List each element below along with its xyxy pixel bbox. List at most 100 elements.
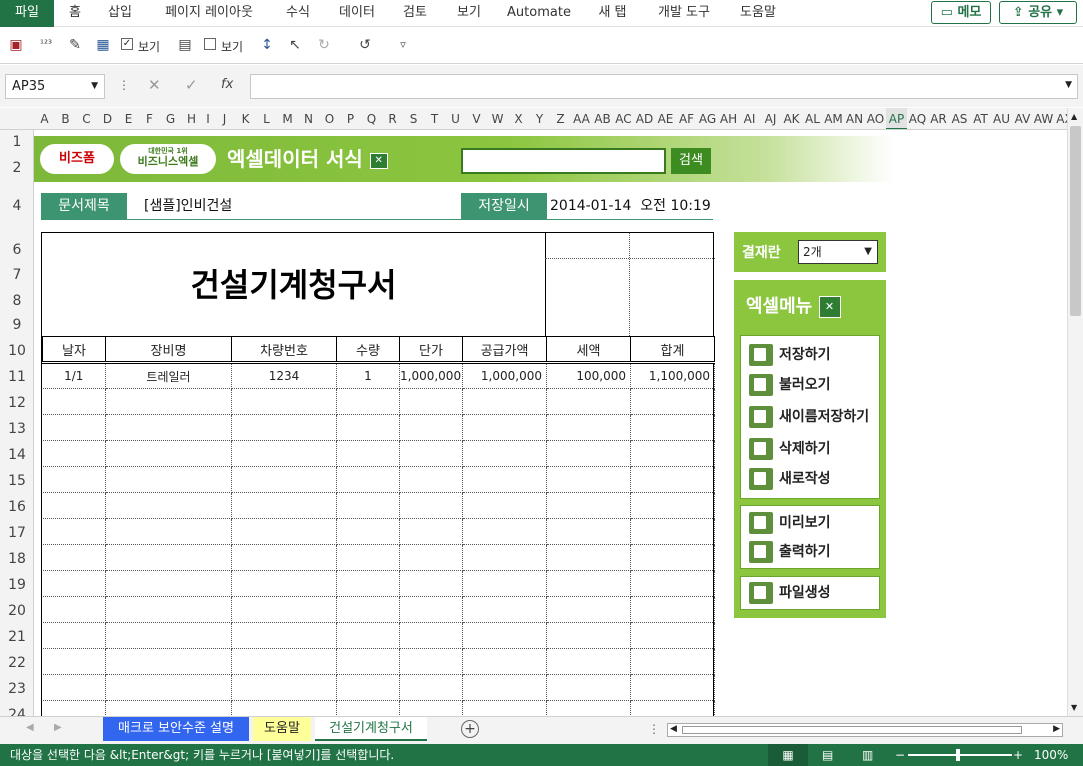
table-cell[interactable] [231,700,337,716]
table-cell[interactable] [42,518,106,545]
table-cell[interactable] [336,648,400,675]
table-cell[interactable] [399,388,463,415]
table-cell[interactable] [336,388,400,415]
tab-help[interactable]: 도움말 [732,0,784,27]
table-cell[interactable] [630,492,715,519]
tab-formulas[interactable]: 수식 [278,0,318,27]
table-cell[interactable] [462,440,547,467]
customize-qat-icon[interactable]: ▿ [394,36,412,54]
table-cell[interactable] [42,388,106,415]
table-cell[interactable] [399,596,463,623]
column-header[interactable]: AJ [760,108,781,129]
table-cell[interactable] [42,648,106,675]
row-header[interactable]: 11 [0,369,33,391]
table-cell[interactable] [630,622,715,649]
column-header[interactable]: W [487,108,508,129]
row-header[interactable]: 13 [0,421,33,443]
table-cell[interactable] [231,518,337,545]
number-format-icon[interactable]: ¹²³ [37,36,55,54]
scroll-left-icon[interactable]: ◀ [670,724,677,734]
column-header[interactable]: AM [823,108,844,129]
tab-new[interactable]: 새 탭 [590,0,635,27]
column-header[interactable]: AT [970,108,991,129]
table-cell[interactable] [462,570,547,597]
menu-open[interactable]: 불러오기 [749,372,831,398]
table-cell[interactable] [336,544,400,571]
column-header[interactable]: AN [844,108,865,129]
table-cell[interactable]: 1,000,000 [399,362,463,389]
table-cell[interactable] [231,466,337,493]
row-header[interactable]: 24 [0,707,33,716]
table-cell[interactable]: 1/1 [42,362,106,389]
menu-new[interactable]: 새로작성 [749,466,831,492]
column-header[interactable]: AS [949,108,970,129]
table-cell[interactable] [231,440,337,467]
table-cell[interactable] [105,570,232,597]
tab-developer[interactable]: 개발 도구 [650,0,718,27]
table-cell[interactable] [105,622,232,649]
tab-insert[interactable]: 삽입 [100,0,140,27]
table-cell[interactable] [42,622,106,649]
insert-function-icon[interactable]: fx [221,77,233,92]
table-cell[interactable] [42,700,106,716]
table-cell[interactable] [399,700,463,716]
column-header[interactable]: AG [697,108,718,129]
table-cell[interactable] [462,700,547,716]
table-cell[interactable] [630,570,715,597]
column-header[interactable]: AF [676,108,697,129]
table-cell[interactable] [42,596,106,623]
column-header[interactable]: AP [886,108,907,129]
table-cell[interactable] [630,700,715,716]
row-header[interactable]: 14 [0,447,33,469]
column-header[interactable]: AL [802,108,823,129]
table-cell[interactable] [105,492,232,519]
table-cell[interactable] [336,570,400,597]
table-cell[interactable] [231,570,337,597]
table-cell[interactable] [462,414,547,441]
table-cell[interactable] [231,622,337,649]
table-cell[interactable] [462,388,547,415]
row-header[interactable]: 7 [0,267,33,289]
column-header[interactable]: AD [634,108,655,129]
table-cell[interactable] [546,544,631,571]
name-box[interactable]: AP35 ▼ [5,74,105,99]
table-cell[interactable] [105,466,232,493]
column-header[interactable]: K [235,108,256,129]
table-cell[interactable] [399,544,463,571]
table-cell[interactable] [336,674,400,701]
enter-icon[interactable]: ✓ [185,76,198,94]
doc-title-value[interactable]: [샘플]인비건설 [144,193,232,219]
tab-review[interactable]: 검토 [395,0,435,27]
menu-delete[interactable]: 삭제하기 [749,436,831,462]
menu-save-as[interactable]: 새이름저장하기 [749,404,869,430]
memo-button[interactable]: ▭ 메모 [931,1,991,24]
column-header[interactable]: M [277,108,298,129]
sheet-tab-invoice[interactable]: 건설기계청구서 [315,717,427,741]
table-cell[interactable] [231,544,337,571]
row-header[interactable]: 12 [0,395,33,417]
next-sheet-icon[interactable]: ▶ [54,722,62,733]
column-header[interactable]: AI [739,108,760,129]
row-header[interactable]: 4 [0,198,33,220]
table-cell[interactable] [546,492,631,519]
table-cell[interactable] [105,674,232,701]
zoom-slider-thumb[interactable] [956,749,960,761]
table-cell[interactable] [336,414,400,441]
table-cell[interactable] [105,596,232,623]
column-header[interactable]: AO [865,108,886,129]
sheet-tab-macro[interactable]: 매크로 보안수준 설명 [103,717,249,741]
table-cell[interactable] [336,492,400,519]
normal-view-icon[interactable]: ▦ [768,744,808,766]
table-cell[interactable] [336,622,400,649]
tab-file[interactable]: 파일 [0,0,54,27]
table-cell[interactable] [630,388,715,415]
zoom-slider[interactable] [908,754,1012,756]
share-button[interactable]: ⇪ 공유 ▾ [999,1,1077,24]
column-header[interactable]: AU [991,108,1012,129]
row-header[interactable]: 21 [0,629,33,651]
table-cell[interactable] [399,518,463,545]
table-cell[interactable] [546,700,631,716]
column-header[interactable]: AR [928,108,949,129]
row-header[interactable]: 1 [0,134,33,156]
freeze-panes-icon[interactable]: ▦ [94,36,112,54]
